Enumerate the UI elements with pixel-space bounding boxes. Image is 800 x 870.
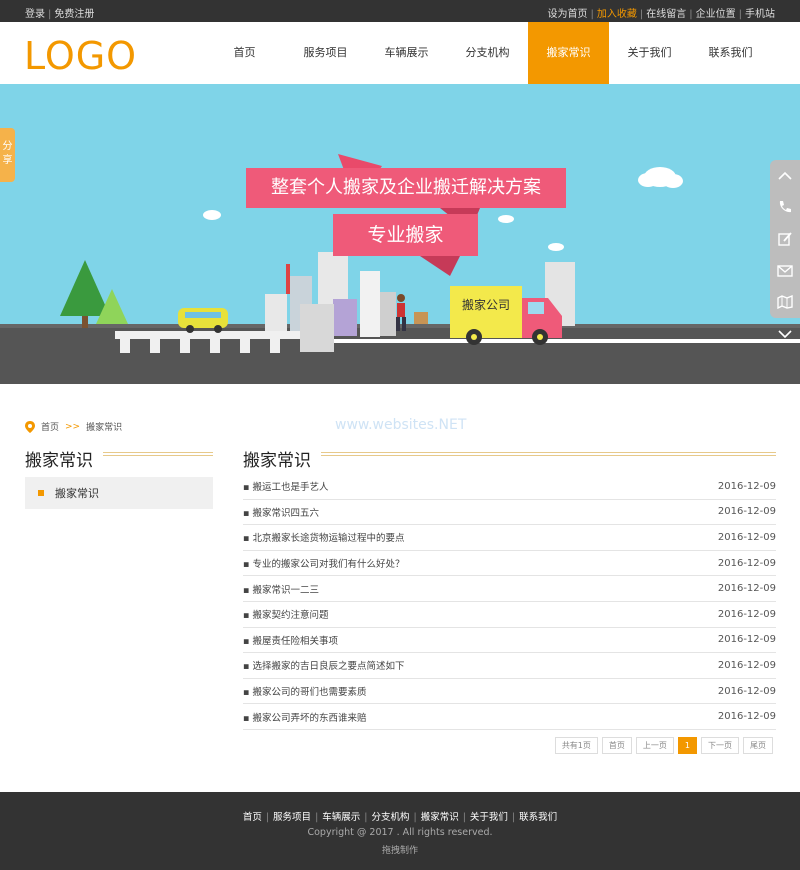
footer-links: 首页 | 服务项目 | 车辆展示 | 分支机构 | 搬家常识 | 关于我们 | 联系我们 <box>242 812 558 823</box>
set-homepage-link[interactable]: 设为首页 <box>548 9 588 20</box>
watermark: www.websites.NET <box>335 417 467 433</box>
article-title[interactable]: ▪ 选择搬家的吉日良辰之要点简述如下 <box>243 658 404 672</box>
article-date: 2016-12-09 <box>717 634 776 646</box>
banner-headline: 整套个人搬家及企业搬迁解决方案 <box>271 177 541 198</box>
article-date: 2016-12-09 <box>717 506 776 518</box>
sidebar-item-moving-tips[interactable]: 搬家常识 <box>25 477 213 509</box>
add-favorite-link[interactable]: 加入收藏 <box>597 9 637 20</box>
sidebar-title: 搬家常识 <box>25 451 93 471</box>
article-title[interactable]: ▪ 搬家常识四五六 <box>243 505 319 519</box>
list-item[interactable]: ▪ 搬运工也是手艺人 2016-12-09 <box>243 474 776 500</box>
mail-icon[interactable] <box>770 255 800 287</box>
nav-branches[interactable]: 分支机构 <box>447 22 528 84</box>
list-item[interactable]: ▪ 搬家公司的哥们也需要素质 2016-12-09 <box>243 679 776 705</box>
list-item[interactable]: ▪ 专业的搬家公司对我们有什么好处？ 2016-12-09 <box>243 551 776 577</box>
top-bar-right: 设为首页 | 加入收藏 | 在线留言 | 企业位置 | 手机站 <box>547 9 776 20</box>
top-bar-left: 登录 | 免费注册 <box>25 9 95 20</box>
pager-last-button[interactable]: 尾页 <box>743 737 773 754</box>
register-link[interactable]: 免费注册 <box>54 9 94 20</box>
footer-copyright: Copyright @ 2017 . All rights reserved. <box>307 827 493 838</box>
list-item[interactable]: ▪ 北京搬家长途货物运输过程中的要点 2016-12-09 <box>243 525 776 551</box>
article-list: ▪ 搬运工也是手艺人 2016-12-09 ▪ 搬家常识四五六 2016-12-09… <box>243 474 776 730</box>
breadcrumb-separator: >> <box>65 421 81 432</box>
hero-banner: 整套个人搬家及企业搬迁解决方案 专业搬家 搬家公司 <box>0 84 800 384</box>
pager-total: 共有1页 <box>554 737 598 754</box>
footer-link-vehicles[interactable]: 车辆展示 <box>322 812 360 823</box>
article-date: 2016-12-09 <box>717 685 776 697</box>
header: LOGO 首页 服务项目 车辆展示 分支机构 搬家常识 关于我们 联系我们 <box>0 22 800 84</box>
article-date: 2016-12-09 <box>717 557 776 569</box>
nav-moving-tips[interactable]: 搬家常识 <box>528 22 609 84</box>
list-item[interactable]: ▪ 选择搬家的吉日良辰之要点简述如下 2016-12-09 <box>243 653 776 679</box>
breadcrumb-current[interactable]: 搬家常识 <box>86 420 122 433</box>
main-title: 搬家常识 <box>243 451 311 471</box>
footer: 首页 | 服务项目 | 车辆展示 | 分支机构 | 搬家常识 | 关于我们 | 联系我们 Copyrig… <box>0 792 800 870</box>
article-date: 2016-12-09 <box>717 583 776 595</box>
article-title[interactable]: ▪ 搬家公司的哥们也需要素质 <box>243 684 366 698</box>
list-item[interactable]: ▪ 搬家契约注意问题 2016-12-09 <box>243 602 776 628</box>
map-icon[interactable] <box>770 286 800 318</box>
footer-made-by[interactable]: 拖拽制作 <box>0 843 800 856</box>
nav-about[interactable]: 关于我们 <box>609 22 690 84</box>
nav-contact[interactable]: 联系我们 <box>690 22 771 84</box>
main-title-decoration <box>321 452 776 456</box>
footer-link-home[interactable]: 首页 <box>243 812 262 823</box>
list-item[interactable]: ▪ 搬屋责任险相关事项 2016-12-09 <box>243 628 776 654</box>
article-title[interactable]: ▪ 专业的搬家公司对我们有什么好处？ <box>243 556 404 570</box>
floating-toolbar <box>770 160 800 338</box>
top-bar: 登录 | 免费注册 设为首页 | 加入收藏 | 在线留言 | 企业位置 | 手机站 <box>0 0 800 22</box>
footer-link-contact[interactable]: 联系我们 <box>519 812 557 823</box>
breadcrumb: 首页 >> 搬家常识 <box>25 420 122 433</box>
nav-home[interactable]: 首页 <box>204 22 285 84</box>
list-item[interactable]: ▪ 搬家常识一二三 2016-12-09 <box>243 576 776 602</box>
article-date: 2016-12-09 <box>717 711 776 723</box>
footer-link-services[interactable]: 服务项目 <box>273 812 311 823</box>
phone-icon[interactable] <box>770 192 800 224</box>
pager-next-button[interactable]: 下一页 <box>701 737 739 754</box>
truck-label: 搬家公司 <box>461 298 510 312</box>
pager-prev-button[interactable]: 上一页 <box>635 737 674 754</box>
banner-subheadline: 专业搬家 <box>367 224 444 246</box>
article-title[interactable]: ▪ 北京搬家长途货物运输过程中的要点 <box>243 530 404 544</box>
sidebar-title-decoration <box>103 452 213 456</box>
breadcrumb-home[interactable]: 首页 <box>41 420 59 433</box>
article-date: 2016-12-09 <box>717 531 776 543</box>
location-pin-icon <box>25 420 35 433</box>
main-nav: 首页 服务项目 车辆展示 分支机构 搬家常识 关于我们 联系我们 <box>204 22 771 84</box>
share-tab[interactable]: 分享 <box>0 128 15 182</box>
login-link[interactable]: 登录 <box>25 9 45 20</box>
site-logo[interactable]: LOGO <box>24 34 137 78</box>
pagination: 共有1页 首页 上一页 1 下一页 尾页 <box>554 737 773 754</box>
article-title[interactable]: ▪ 搬家公司弄坏的东西谁来赔 <box>243 710 366 724</box>
article-title[interactable]: ▪ 搬家常识一二三 <box>243 582 319 596</box>
list-item[interactable]: ▪ 搬家常识四五六 2016-12-09 <box>243 500 776 526</box>
article-title[interactable]: ▪ 搬屋责任险相关事项 <box>243 633 338 647</box>
scroll-down-icon[interactable] <box>770 318 800 350</box>
sidebar-item-label: 搬家常识 <box>55 487 99 500</box>
article-date: 2016-12-09 <box>717 659 776 671</box>
nav-services[interactable]: 服务项目 <box>285 22 366 84</box>
footer-link-branches[interactable]: 分支机构 <box>371 812 409 823</box>
footer-link-about[interactable]: 关于我们 <box>470 812 508 823</box>
mobile-site-link[interactable]: 手机站 <box>745 9 775 20</box>
bullet-square-icon <box>38 490 44 496</box>
scroll-up-icon[interactable] <box>770 160 800 192</box>
article-title[interactable]: ▪ 搬家契约注意问题 <box>243 607 328 621</box>
article-title[interactable]: ▪ 搬运工也是手艺人 <box>243 479 328 493</box>
nav-vehicles[interactable]: 车辆展示 <box>366 22 447 84</box>
article-date: 2016-12-09 <box>717 608 776 620</box>
edit-icon[interactable] <box>770 223 800 255</box>
online-message-link[interactable]: 在线留言 <box>646 9 686 20</box>
article-date: 2016-12-09 <box>717 480 776 492</box>
pager-current-page[interactable]: 1 <box>677 737 697 754</box>
content-area: 首页 >> 搬家常识 www.websites.NET 搬家常识 搬家常识 搬家… <box>0 384 800 792</box>
list-item[interactable]: ▪ 搬家公司弄坏的东西谁来赔 2016-12-09 <box>243 704 776 730</box>
footer-link-moving-tips[interactable]: 搬家常识 <box>421 812 459 823</box>
company-location-link[interactable]: 企业位置 <box>696 9 736 20</box>
pager-first-button[interactable]: 首页 <box>601 737 632 754</box>
